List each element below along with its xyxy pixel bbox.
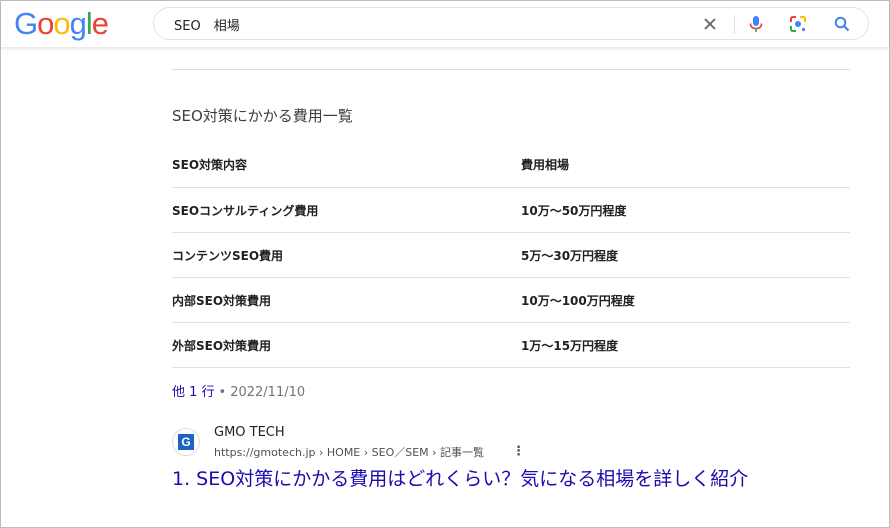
featured-snippet-title: SEO対策にかかる費用一覧	[172, 107, 353, 125]
search-divider	[734, 15, 735, 34]
table-cell: 外部SEO対策費用	[172, 338, 272, 353]
table-header-cell: 費用相場	[521, 158, 570, 172]
table-row: 内部SEO対策費用 10万～100万円程度	[172, 278, 850, 323]
site-name[interactable]: GMO TECH	[214, 425, 285, 440]
google-logo[interactable]: Google	[14, 5, 109, 43]
site-url-breadcrumb[interactable]: https://gmotech.jp › HOME › SEO／SEM › 記事…	[214, 444, 484, 460]
close-icon	[704, 18, 716, 30]
table-row: SEOコンサルティング費用 10万～50万円程度	[172, 188, 850, 233]
search-header: Google	[1, 1, 889, 47]
table-cell: 10万～50万円程度	[521, 203, 627, 218]
logo-letter: g	[69, 6, 87, 41]
table-row: コンテンツSEO費用 5万～30万円程度	[172, 233, 850, 278]
table-cell: 内部SEO対策費用	[172, 293, 272, 308]
more-options-icon[interactable]: ⋮	[512, 444, 525, 459]
result-title-link[interactable]: 1. SEO対策にかかる費用はどれくらい？気になる相場を詳しく紹介	[172, 466, 792, 493]
logo-letter: o	[53, 6, 70, 41]
logo-letter: o	[37, 6, 54, 41]
clear-button[interactable]	[698, 12, 722, 36]
featured-snippet-divider	[172, 69, 850, 70]
microphone-icon	[749, 16, 763, 32]
more-rows-link[interactable]: 他 1 行	[172, 385, 215, 400]
search-icon	[834, 16, 850, 32]
table-cell: 10万～100万円程度	[521, 293, 635, 308]
table-cell: 1万～15万円程度	[521, 338, 619, 353]
search-box[interactable]	[153, 7, 869, 40]
table-row: 外部SEO対策費用 1万～15万円程度	[172, 323, 850, 368]
snippet-footer: 他 1 行 • 2022/11/10	[172, 381, 305, 400]
image-search-button[interactable]	[786, 12, 810, 36]
logo-letter: e	[91, 6, 109, 41]
site-favicon[interactable]: G	[172, 428, 200, 456]
featured-snippet-table: SEO対策内容 費用相場 SEOコンサルティング費用 10万～50万円程度 コン…	[172, 142, 850, 368]
table-cell: コンテンツSEO費用	[172, 248, 284, 263]
table-cell: 5万～30万円程度	[521, 248, 619, 263]
snippet-date: 2022/11/10	[230, 385, 306, 400]
favicon-logo: G	[178, 434, 194, 450]
table-cell: SEOコンサルティング費用	[172, 203, 319, 218]
table-header-row: SEO対策内容 費用相場	[172, 142, 850, 188]
table-header-cell: SEO対策内容	[172, 158, 248, 172]
voice-search-button[interactable]	[744, 12, 768, 36]
search-input[interactable]	[174, 15, 674, 33]
lens-icon	[790, 16, 806, 32]
logo-letter: G	[14, 6, 38, 41]
separator-dot: •	[218, 385, 227, 400]
search-button[interactable]	[830, 12, 854, 36]
